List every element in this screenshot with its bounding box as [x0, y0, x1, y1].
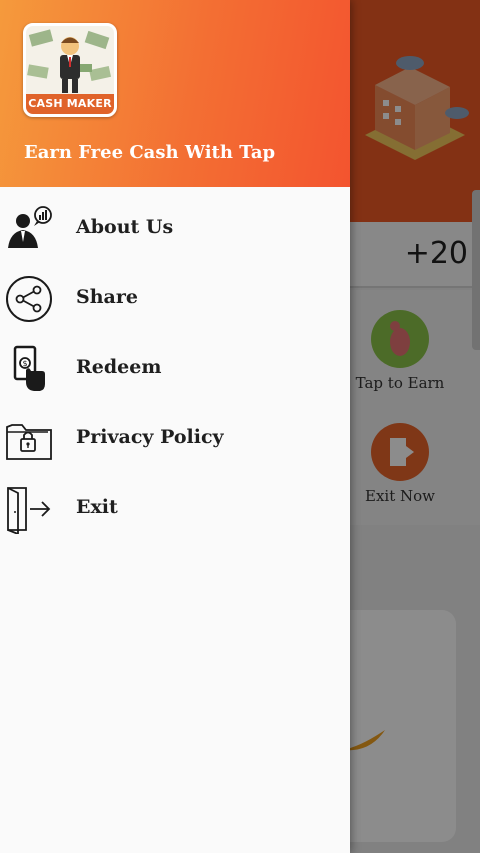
about-us-icon — [8, 206, 52, 248]
menu-item-exit-label: Exit — [76, 496, 118, 518]
svg-text:$: $ — [22, 359, 27, 368]
cash-maker-mascot-icon — [26, 26, 114, 96]
privacy-policy-icon — [6, 424, 52, 460]
menu-item-share[interactable]: Share — [0, 264, 350, 334]
menu-item-about-us[interactable]: About Us — [0, 194, 350, 264]
menu-item-privacy-policy[interactable]: Privacy Policy — [0, 404, 350, 474]
drawer-tagline: Earn Free Cash With Tap — [24, 142, 276, 163]
menu-item-exit[interactable]: Exit — [0, 474, 350, 544]
app-logo: CASH MAKER — [23, 23, 117, 117]
navigation-drawer: CASH MAKER Earn Free Cash With Tap About… — [0, 0, 350, 853]
menu-item-redeem[interactable]: $ Redeem — [0, 334, 350, 404]
app-logo-text: CASH MAKER — [26, 94, 114, 114]
menu-item-about-us-label: About Us — [76, 216, 174, 238]
drawer-header: CASH MAKER Earn Free Cash With Tap — [0, 0, 350, 187]
menu-item-redeem-label: Redeem — [76, 356, 162, 378]
share-icon — [6, 276, 52, 322]
menu-item-share-label: Share — [76, 286, 138, 308]
menu-item-privacy-policy-label: Privacy Policy — [76, 426, 224, 448]
drawer-menu: About Us Share $ Redeem Privacy Policy E… — [0, 200, 350, 550]
exit-icon — [7, 487, 51, 534]
redeem-icon: $ — [13, 345, 45, 391]
